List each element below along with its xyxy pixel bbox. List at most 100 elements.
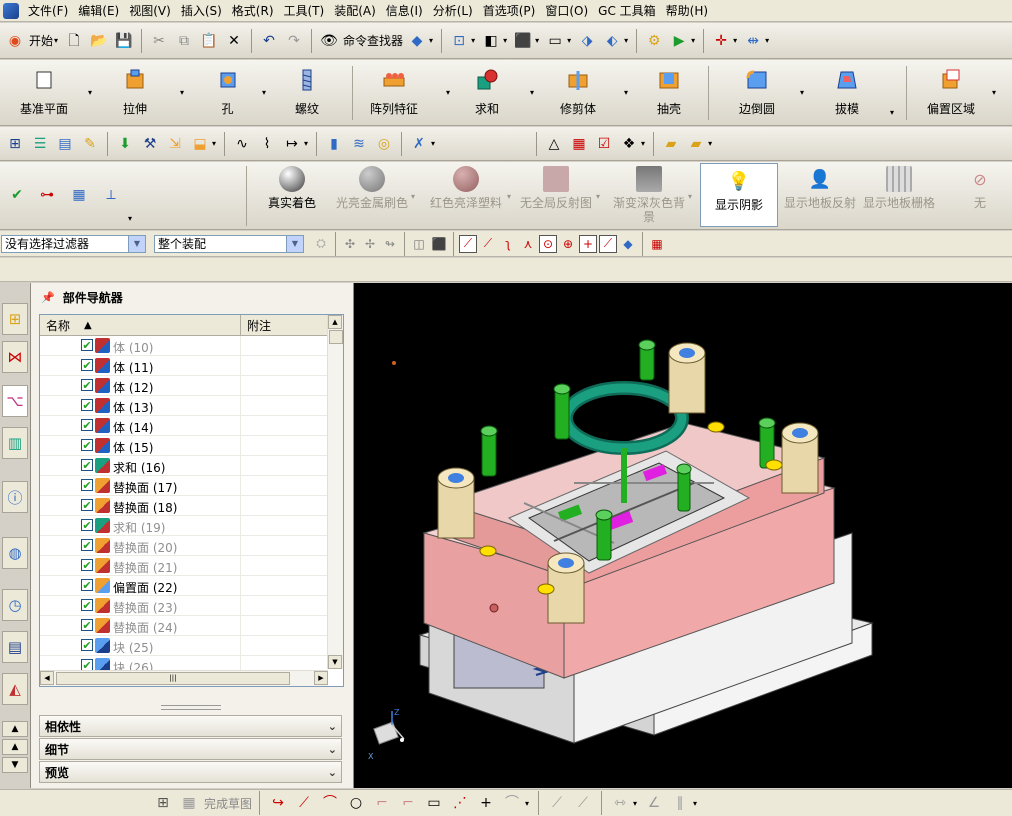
menu-tools[interactable]: 工具(T) [279, 2, 330, 19]
extrude-button[interactable]: 拉伸 [110, 62, 160, 122]
menu-format[interactable]: 格式(R) [227, 2, 279, 19]
chamfer-icon[interactable]: ⌐ [397, 792, 419, 814]
web-browser-tab[interactable]: ◍ [2, 537, 28, 569]
snap-bounded-grid-icon[interactable]: ▦ [648, 235, 666, 253]
start-button[interactable]: 开始 [29, 32, 53, 49]
menu-edit[interactable]: 编辑(E) [73, 2, 124, 19]
select-faces-icon[interactable]: ✢ [361, 235, 379, 253]
component-list-icon[interactable]: ▤ [54, 133, 76, 155]
snap-on-curve-icon[interactable]: ⟋ [599, 234, 617, 253]
constraint-navigator-tab[interactable]: ⋈ [2, 341, 28, 373]
eraser-icon[interactable]: ✎ [79, 133, 101, 155]
horizontal-scrollbar[interactable]: ◀ ||| ▶ [40, 670, 328, 686]
pin-icon[interactable]: 📌 [41, 291, 55, 304]
add-component-icon[interactable]: ⬇ [114, 133, 136, 155]
visibility-checkbox[interactable]: ✔ [81, 459, 93, 471]
menu-preferences[interactable]: 首选项(P) [478, 2, 541, 19]
trim-icon[interactable]: ⟋ [546, 792, 568, 814]
visibility-checkbox[interactable]: ✔ [81, 559, 93, 571]
paste-icon[interactable]: 📋 [198, 30, 220, 52]
cut-icon[interactable]: ✂ [148, 30, 170, 52]
gold-stack2-icon[interactable]: ▰ [685, 133, 707, 155]
tree-row[interactable]: ✔ 偏置面 (22) [40, 576, 328, 596]
section-preview[interactable]: 预览 ⌄ [39, 761, 342, 783]
column-name-header[interactable]: 名称 ▲ [40, 315, 241, 335]
scroll-down-button[interactable]: ▼ [2, 757, 28, 773]
select-features-icon[interactable]: ✣ [341, 235, 359, 253]
hammer-icon[interactable]: ⚒ [139, 133, 161, 155]
menu-analysis[interactable]: 分析(L) [428, 2, 478, 19]
section-details[interactable]: 细节 ⌄ [39, 738, 342, 760]
scroll-up-button[interactable]: ▲ [2, 721, 28, 737]
parallel-icon[interactable]: ∥ [669, 792, 691, 814]
scroll-thumb[interactable]: ||| [56, 672, 290, 685]
menu-assembly[interactable]: 装配(A) [329, 2, 381, 19]
shell-button[interactable]: 抽壳 [646, 62, 692, 122]
tree-row[interactable]: ✔ 求和 (16) [40, 456, 328, 476]
scope-dropdown[interactable]: 整个装配 ▼ [154, 234, 304, 253]
open-folder-icon[interactable]: 📂 [88, 30, 110, 52]
splitter-handle[interactable] [161, 705, 221, 710]
layer-icon[interactable]: ⬖ [601, 30, 623, 52]
constraint-icon[interactable]: ⬓ [189, 133, 211, 155]
scroll-right-arrow[interactable]: ▶ [314, 671, 328, 685]
menu-insert[interactable]: 插入(S) [176, 2, 227, 19]
sketch-curve-icon[interactable]: ∿ [231, 133, 253, 155]
true-shading-button[interactable]: 真实着色 [258, 162, 326, 228]
visibility-checkbox[interactable]: ✔ [81, 399, 93, 411]
filter-icon[interactable]: ⛭ [312, 235, 330, 253]
tree-row[interactable]: ✔ 替换面 (24) [40, 616, 328, 636]
floor-reflection-button[interactable]: 👤 显示地板反射 [782, 162, 858, 228]
visibility-checkbox[interactable]: ✔ [81, 379, 93, 391]
section-dependencies[interactable]: 相依性 ⌄ [39, 715, 342, 737]
tree-row[interactable]: ✔ 替换面 (21) [40, 556, 328, 576]
snap-point-icon[interactable]: + [579, 234, 597, 253]
tree-row[interactable]: ✔ 块 (25) [40, 636, 328, 656]
visibility-checkbox[interactable]: ✔ [81, 639, 93, 651]
no-reflection-map-button[interactable]: 无全局反射图 [516, 162, 596, 228]
scroll-left-arrow[interactable]: ◀ [40, 671, 54, 685]
extend-icon[interactable]: ⟋ [572, 792, 594, 814]
section-view-icon[interactable]: ⬗ [576, 30, 598, 52]
fillet-icon[interactable]: ⌐ [371, 792, 393, 814]
background-icon[interactable]: ▭ [544, 30, 566, 52]
vertical-scrollbar[interactable]: ▲ ▼ [327, 315, 343, 669]
fit-view-icon[interactable]: ⊡ [448, 30, 470, 52]
hole-button[interactable]: 孔 [205, 62, 250, 122]
hierarchy-icon[interactable]: ⊶ [36, 184, 58, 206]
rectangle-icon[interactable]: ▭ [423, 792, 445, 814]
assembly-frame-icon[interactable]: ⊞ [4, 133, 26, 155]
menu-file[interactable]: 文件(F) [23, 2, 73, 19]
color-palette-tab[interactable]: ◭ [2, 673, 28, 705]
tree-row[interactable]: ✔ 体 (15) [40, 436, 328, 456]
triangle-icon[interactable]: △ [543, 133, 565, 155]
visibility-checkbox[interactable]: ✔ [81, 499, 93, 511]
column-note-header[interactable]: 附注 [241, 315, 328, 335]
point-icon[interactable]: + [475, 792, 497, 814]
visibility-checkbox[interactable]: ✔ [81, 339, 93, 351]
arc-icon[interactable]: ⌒ [319, 792, 341, 814]
finish-sketch-button[interactable]: 完成草图 [204, 795, 252, 812]
scroll-mid-button[interactable]: ▲ [2, 739, 28, 755]
visibility-checkbox[interactable]: ✔ [81, 479, 93, 491]
visibility-checkbox[interactable]: ✔ [81, 519, 93, 531]
history-tab[interactable]: ◷ [2, 589, 28, 621]
thread-button[interactable]: 螺纹 [282, 62, 332, 122]
pattern-feature-button[interactable]: 阵列特征 [362, 62, 426, 122]
selection-icon[interactable]: ◆ [406, 30, 428, 52]
floor-grid-button[interactable]: 显示地板栅格 [860, 162, 938, 228]
group-icon[interactable]: ❖ [618, 133, 640, 155]
table-icon[interactable]: ▦ [68, 184, 90, 206]
check-analysis-icon[interactable]: ✔ [6, 184, 28, 206]
measure-icon[interactable]: ⇹ [742, 30, 764, 52]
gradient-background-button[interactable]: 渐变深灰色背景 [608, 162, 690, 228]
none-button[interactable]: ⊘ 无 [960, 162, 1000, 228]
tree-row[interactable]: ✔ 替换面 (18) [40, 496, 328, 516]
snap-endpoint-icon[interactable]: ⟋ [459, 234, 477, 253]
assembly-navigator-tab[interactable]: ⊞ [2, 303, 28, 335]
undo-icon[interactable]: ↶ [258, 30, 280, 52]
axes-icon[interactable]: ⟂ [100, 184, 122, 206]
delete-icon[interactable]: ✕ [223, 30, 245, 52]
visibility-checkbox[interactable]: ✔ [81, 539, 93, 551]
orient-view-icon[interactable]: ⬛ [512, 30, 534, 52]
